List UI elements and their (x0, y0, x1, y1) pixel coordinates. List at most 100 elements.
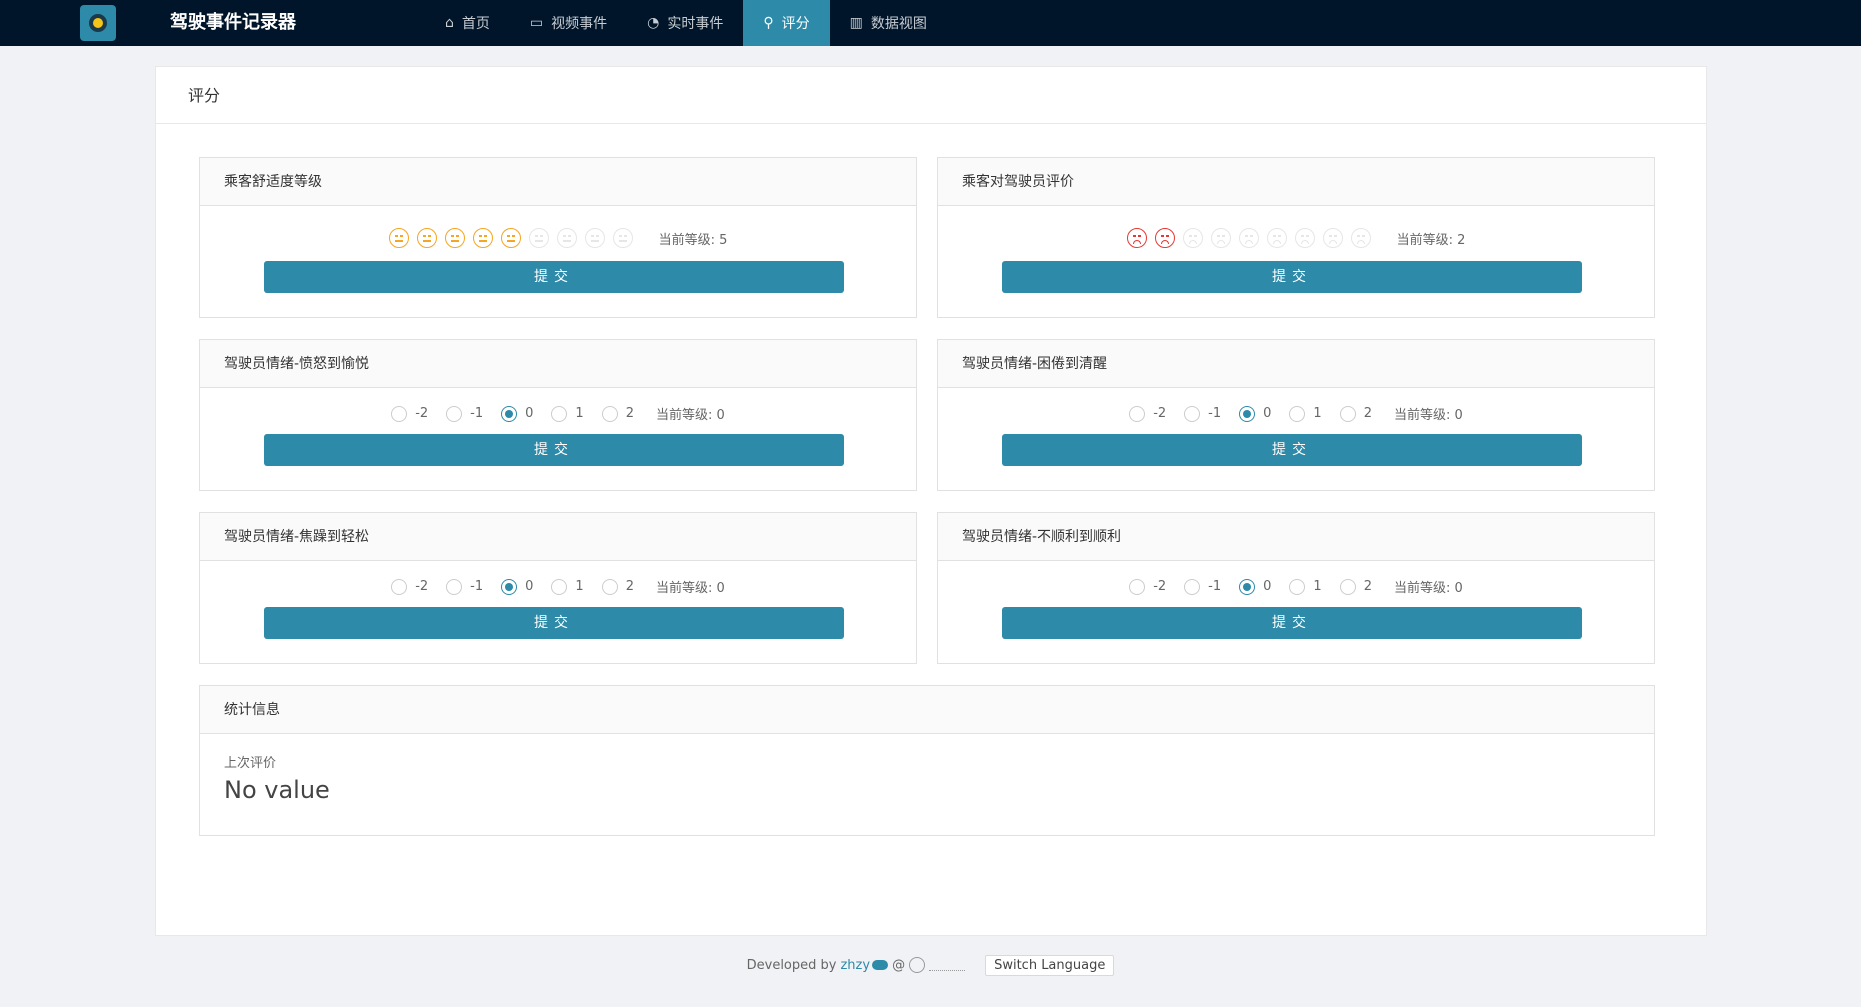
radio-button[interactable] (501, 405, 518, 422)
nav-item-0[interactable]: ⌂ 首页 (425, 0, 510, 46)
sad-face-icon[interactable] (1210, 228, 1231, 248)
mood-submit-button[interactable]: 提交 (1002, 607, 1582, 639)
radio-button[interactable] (501, 578, 518, 595)
mood-radio-option[interactable]: 2 (601, 405, 634, 422)
mood-radio-option[interactable]: -2 (1129, 405, 1166, 422)
nav-item-label: 数据视图 (870, 16, 927, 32)
radio-button[interactable] (1339, 578, 1356, 595)
home-icon: ⌂ (445, 15, 454, 31)
radio-button[interactable] (1239, 405, 1256, 422)
sad-face-icon[interactable] (1266, 228, 1287, 248)
neutral-face-icon[interactable] (528, 228, 549, 248)
sad-face-icon[interactable] (1238, 228, 1259, 248)
radio-button[interactable] (446, 578, 463, 595)
nav-menu: ⌂ 首页 ▭ 视频事件 ◔ 实时事件 ⚲ 评分 ▥ 数据视图 (425, 0, 947, 46)
mood-submit-button[interactable]: 提交 (264, 607, 844, 639)
driver-review-rating[interactable]: 当前等级: 2 (938, 228, 1654, 248)
neutral-face-icon[interactable] (444, 228, 465, 248)
neutral-face-icon[interactable] (500, 228, 521, 248)
university-seal-icon (909, 957, 926, 973)
radio-button[interactable] (1184, 405, 1201, 422)
mood-radio-option[interactable]: 2 (1339, 578, 1372, 595)
neutral-face-icon[interactable] (584, 228, 605, 248)
mood-submit-button[interactable]: 提交 (264, 434, 844, 466)
last-rating-label: 上次评价 (224, 756, 277, 771)
radio-label: 0 (1263, 406, 1272, 421)
footer-developed-by: Developed by (746, 957, 837, 973)
radio-button[interactable] (1239, 578, 1256, 595)
mood-radio-option[interactable]: 1 (1289, 405, 1322, 422)
nav-item-4[interactable]: ▥ 数据视图 (830, 0, 947, 46)
nav-item-label: 评分 (781, 16, 810, 32)
mood-radio-option[interactable]: -1 (446, 578, 484, 595)
radio-button[interactable] (1289, 578, 1306, 595)
comfort-panel: 乘客舒适度等级 当前等级: 5 提交 (199, 157, 917, 318)
driver-review-panel-title: 乘客对驾驶员评价 (938, 158, 1654, 206)
chart-icon: ▥ (849, 15, 863, 31)
radio-button[interactable] (391, 405, 408, 422)
mood-radio-option[interactable]: 0 (501, 578, 533, 595)
neutral-face-icon[interactable] (612, 228, 633, 248)
driver-review-submit-button[interactable]: 提交 (1002, 261, 1582, 293)
nav-item-1[interactable]: ▭ 视频事件 (510, 0, 627, 46)
mood-radio-option[interactable]: 1 (551, 405, 584, 422)
neutral-face-icon[interactable] (556, 228, 577, 248)
app-logo-icon (80, 5, 116, 41)
sad-face-icon[interactable] (1350, 228, 1371, 248)
mood-radio-option[interactable]: 2 (601, 578, 634, 595)
nav-item-label: 首页 (461, 16, 490, 32)
radio-button[interactable] (1129, 405, 1146, 422)
nav-item-3[interactable]: ⚲ 评分 (743, 0, 830, 46)
sad-face-icon[interactable] (1154, 228, 1175, 248)
footer: Developed by zhzy @ Switch Language (0, 952, 1861, 978)
mood-radio-group: -2 -1 0 1 2 当前等级: 0 (938, 577, 1654, 596)
mood-radio-option[interactable]: 0 (501, 405, 533, 422)
mood-radio-option[interactable]: -2 (391, 578, 428, 595)
mood-radio-option[interactable]: 2 (1339, 405, 1372, 422)
dashboard-icon: ◔ (647, 15, 660, 31)
radio-label: 2 (1363, 406, 1372, 421)
radio-button[interactable] (601, 405, 618, 422)
mood-radio-option[interactable]: 0 (1239, 578, 1271, 595)
mood-radio-group: -2 -1 0 1 2 当前等级: 0 (200, 404, 916, 423)
radio-button[interactable] (1289, 405, 1306, 422)
neutral-face-icon[interactable] (472, 228, 493, 248)
top-navbar: 驾驶事件记录器 ⌂ 首页 ▭ 视频事件 ◔ 实时事件 ⚲ 评分 ▥ 数据视图 (0, 0, 1861, 46)
footer-at: @ (892, 957, 906, 973)
radio-button[interactable] (601, 578, 618, 595)
mood-radio-option[interactable]: 1 (1289, 578, 1322, 595)
cloud-icon (872, 960, 889, 970)
mood-radio-option[interactable]: -1 (1184, 578, 1221, 595)
comfort-submit-button[interactable]: 提交 (264, 261, 844, 293)
radio-button[interactable] (446, 405, 463, 422)
mood-radio-option[interactable]: 0 (1239, 405, 1272, 422)
neutral-face-icon[interactable] (388, 228, 409, 248)
radio-button[interactable] (1184, 578, 1201, 595)
radio-label: -1 (1208, 406, 1222, 421)
mood-radio-option[interactable]: 1 (551, 578, 584, 595)
nav-item-2[interactable]: ◔ 实时事件 (627, 0, 743, 46)
radio-button[interactable] (391, 578, 408, 595)
sad-face-icon[interactable] (1182, 228, 1203, 248)
neutral-face-icon[interactable] (416, 228, 437, 248)
radio-button[interactable] (551, 578, 568, 595)
author-link[interactable]: zhzy (840, 958, 870, 973)
sad-face-icon[interactable] (1294, 228, 1315, 248)
mood-panel-title: 驾驶员情绪-不顺利到顺利 (938, 513, 1654, 561)
mood-panel-title: 驾驶员情绪-愤怒到愉悦 (200, 340, 916, 388)
sad-face-icon[interactable] (1322, 228, 1343, 248)
mood-radio-option[interactable]: -1 (446, 405, 483, 422)
radio-button[interactable] (551, 405, 568, 422)
radio-label: -1 (470, 579, 484, 594)
switch-language-button[interactable]: Switch Language (985, 954, 1115, 976)
mood-radio-option[interactable]: -1 (1184, 405, 1222, 422)
sad-face-icon[interactable] (1126, 228, 1147, 248)
comfort-panel-title: 乘客舒适度等级 (200, 158, 916, 206)
mood-radio-option[interactable]: -2 (1129, 578, 1166, 595)
radio-label: 1 (575, 406, 584, 421)
mood-radio-option[interactable]: -2 (391, 405, 428, 422)
mood-submit-button[interactable]: 提交 (1002, 434, 1582, 466)
radio-button[interactable] (1129, 578, 1146, 595)
comfort-rating[interactable]: 当前等级: 5 (200, 228, 916, 248)
radio-button[interactable] (1339, 405, 1356, 422)
